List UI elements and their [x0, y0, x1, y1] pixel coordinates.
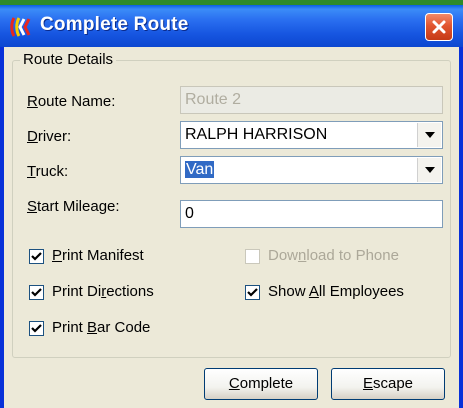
print-directions-label[interactable]: Print Directions	[52, 283, 154, 300]
driver-value: RALPH HARRISON	[185, 126, 328, 143]
checkmark-icon	[31, 324, 42, 333]
start-mileage-value: 0	[185, 205, 194, 222]
truck-value: Van	[185, 161, 215, 178]
escape-button[interactable]: Escape	[331, 368, 445, 400]
driver-dropdown-button[interactable]	[417, 123, 441, 147]
checkmark-icon	[247, 288, 258, 297]
show-all-employees-label[interactable]: Show All Employees	[268, 283, 404, 300]
route-name-label: Route Name:	[27, 93, 116, 110]
print-bar-code-label[interactable]: Print Bar Code	[52, 319, 150, 336]
driver-label: Driver:	[27, 128, 72, 145]
print-manifest-checkbox[interactable]	[29, 249, 44, 264]
complete-route-dialog: Complete Route Route Details Route Name:…	[0, 5, 463, 408]
print-manifest-label[interactable]: Print Manifest	[52, 247, 144, 264]
show-all-employees-checkbox[interactable]	[245, 285, 260, 300]
title-bar[interactable]: Complete Route	[0, 5, 463, 47]
route-name-field[interactable]: Route 2	[180, 86, 443, 114]
start-mileage-label: Start Mileage:	[27, 198, 120, 215]
truck-select[interactable]: Van	[180, 156, 443, 184]
download-to-phone-checkbox[interactable]	[245, 249, 260, 264]
group-legend: Route Details	[20, 51, 117, 68]
window-title: Complete Route	[40, 14, 189, 35]
start-mileage-input[interactable]: 0	[180, 200, 443, 228]
route-name-value: Route 2	[185, 91, 242, 108]
close-icon	[432, 20, 446, 34]
checkmark-icon	[31, 288, 42, 297]
truck-label: Truck:	[27, 163, 69, 180]
chevron-down-icon	[424, 132, 435, 138]
checkmark-icon	[31, 252, 42, 261]
dialog-client-area: Route Details Route Name: Route 2 Driver…	[4, 47, 459, 408]
complete-button[interactable]: Complete	[204, 368, 318, 400]
driver-select[interactable]: RALPH HARRISON	[180, 121, 443, 149]
route-app-icon	[10, 17, 31, 37]
chevron-down-icon	[424, 167, 435, 173]
print-directions-checkbox[interactable]	[29, 285, 44, 300]
download-to-phone-label[interactable]: Download to Phone	[268, 247, 399, 264]
truck-dropdown-button[interactable]	[417, 158, 441, 182]
close-button[interactable]	[425, 13, 453, 41]
print-bar-code-checkbox[interactable]	[29, 321, 44, 336]
